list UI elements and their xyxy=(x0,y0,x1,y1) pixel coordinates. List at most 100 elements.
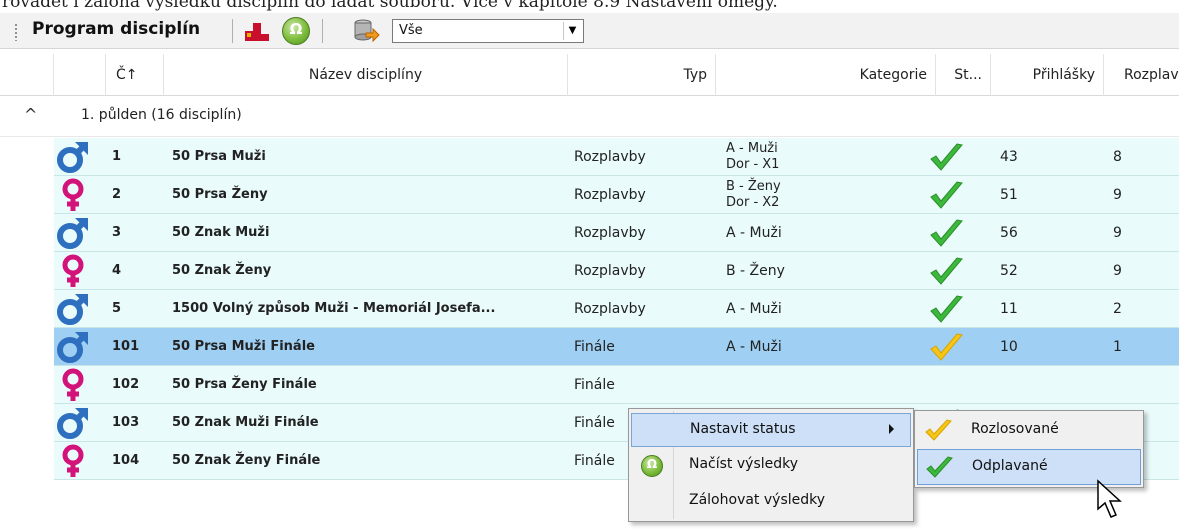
male-symbol-icon xyxy=(56,292,90,326)
header-heats[interactable]: Rozplav xyxy=(1104,54,1179,96)
cell-heats: 2 xyxy=(1113,301,1122,317)
cell-category xyxy=(726,366,926,404)
toolbar: Program disciplín Ω Vše ▼ xyxy=(0,13,1179,49)
header-category[interactable]: Kategorie xyxy=(716,54,936,96)
cell-category: A - Muži Dor - X1 xyxy=(726,138,926,176)
header-gutter xyxy=(0,54,54,96)
cell-type: Rozplavby xyxy=(574,301,646,317)
toolbar-grip[interactable] xyxy=(14,23,18,41)
database-export-icon[interactable] xyxy=(352,17,380,45)
cell-type: Rozplavby xyxy=(574,149,646,165)
female-symbol-icon xyxy=(56,254,90,288)
category-line: A - Muži xyxy=(726,141,778,156)
cell-heats: 9 xyxy=(1113,187,1122,203)
filter-select-value: Vše xyxy=(399,23,423,38)
table-row[interactable]: 1 50 Prsa Muži Rozplavby A - Muži Dor - X1 43… xyxy=(0,138,1179,176)
table-row[interactable]: 3 50 Znak Muži Rozplavby A - Muži 56 9 xyxy=(0,214,1179,252)
context-menu: Nastavit status Ω Načíst výsledky Záloho… xyxy=(628,408,914,522)
cell-name: 50 Znak Muži Finále xyxy=(172,415,319,430)
category-line: Dor - X2 xyxy=(726,195,780,210)
cell-name: 50 Prsa Ženy Finále xyxy=(172,377,317,392)
row-gutter xyxy=(0,328,54,366)
cell-name: 50 Znak Ženy xyxy=(172,263,272,278)
header-status[interactable]: St... xyxy=(936,54,991,96)
cell-number: 1 xyxy=(112,149,122,164)
cell-heats: 8 xyxy=(1113,149,1122,165)
cell-heats: 9 xyxy=(1113,225,1122,241)
collapse-chevron-icon[interactable]: ^ xyxy=(24,105,37,124)
female-symbol-icon xyxy=(56,444,90,478)
cell-name: 1500 Volný způsob Muži - Memoriál Josefa… xyxy=(172,301,496,316)
group-row[interactable]: ^ 1. půlden (16 disciplín) xyxy=(0,97,1179,137)
sort-ascending-icon: ↑ xyxy=(125,67,138,83)
cell-name: 50 Prsa Ženy xyxy=(172,187,268,202)
cell-entries: 11 xyxy=(1000,301,1018,317)
chevron-down-icon[interactable]: ▼ xyxy=(563,22,581,40)
male-symbol-icon xyxy=(56,216,90,250)
cell-type: Rozplavby xyxy=(574,187,646,203)
cell-heats: 1 xyxy=(1113,339,1122,355)
menu-item-label: Načíst výsledky xyxy=(689,456,799,472)
cell-number: 102 xyxy=(112,377,140,392)
mouse-cursor-icon xyxy=(1097,479,1122,518)
yellow-check-icon xyxy=(928,332,964,364)
header-type[interactable]: Typ xyxy=(568,54,716,96)
menu-item-set-status[interactable]: Nastavit status xyxy=(631,413,911,447)
green-check-icon xyxy=(928,256,964,288)
male-symbol-icon xyxy=(56,140,90,174)
table-row[interactable]: 102 50 Prsa Ženy Finále Finále xyxy=(0,366,1179,404)
cell-name: 50 Znak Muži xyxy=(172,225,270,240)
group-label: 1. půlden (16 disciplín) xyxy=(81,107,242,123)
green-check-icon xyxy=(928,180,964,212)
header-entries[interactable]: Přihlášky xyxy=(991,54,1104,96)
omega-icon[interactable]: Ω xyxy=(282,17,310,45)
cell-number: 2 xyxy=(112,187,122,202)
cell-entries: 43 xyxy=(1000,149,1018,165)
cell-entries: 52 xyxy=(1000,263,1018,279)
grid-header: Č↑ Název disciplíny Typ Kategorie St... … xyxy=(0,54,1179,96)
cell-name: 50 Prsa Muži xyxy=(172,149,266,164)
table-row[interactable]: 4 50 Znak Ženy Rozplavby B - Ženy 52 9 xyxy=(0,252,1179,290)
cell-category: A - Muži xyxy=(726,225,782,241)
cell-heats xyxy=(1113,366,1173,404)
row-gutter xyxy=(0,404,54,442)
header-number[interactable]: Č↑ xyxy=(106,54,164,96)
cell-category: A - Muži xyxy=(726,339,782,355)
category-line: Dor - X1 xyxy=(726,157,780,172)
menu-item-load-results[interactable]: Ω Načíst výsledky xyxy=(631,449,911,483)
submenu-item-label: Odplavané xyxy=(972,458,1048,474)
category-line: B - Ženy xyxy=(726,179,781,194)
cell-number: 104 xyxy=(112,453,140,468)
cell-type: Finále xyxy=(574,377,615,393)
table-row[interactable]: 2 50 Prsa Ženy Rozplavby B - Ženy Dor - X2 51… xyxy=(0,176,1179,214)
green-check-icon xyxy=(926,456,953,478)
cell-name: 50 Znak Ženy Finále xyxy=(172,453,321,468)
table-row[interactable]: 101 50 Prsa Muži Finále Finále A - Muži 10 1 xyxy=(0,328,1179,366)
filter-select[interactable]: Vše ▼ xyxy=(392,19,584,43)
cell-number: 3 xyxy=(112,225,122,240)
green-check-icon xyxy=(928,294,964,326)
submenu-item-rozlosovane[interactable]: Rozlosované xyxy=(917,413,1141,449)
cell-type: Rozplavby xyxy=(574,263,646,279)
cell-name: 50 Prsa Muži Finále xyxy=(172,339,315,354)
podium-icon[interactable] xyxy=(243,17,271,45)
cell-number: 5 xyxy=(112,301,122,316)
cell-number: 103 xyxy=(112,415,140,430)
yellow-check-icon xyxy=(925,419,952,441)
female-symbol-icon xyxy=(56,178,90,212)
header-icon-column xyxy=(54,54,106,96)
document-text-fragment: rovádět i záloha výsledků disciplín do l… xyxy=(2,0,778,12)
cell-number: 4 xyxy=(112,263,122,278)
menu-item-backup-results[interactable]: Zálohovat výsledky xyxy=(631,485,911,519)
row-gutter xyxy=(0,290,54,328)
row-gutter xyxy=(0,176,54,214)
row-gutter xyxy=(0,252,54,290)
menu-item-label: Zálohovat výsledky xyxy=(689,492,826,508)
cell-heats: 9 xyxy=(1113,263,1122,279)
cell-category: A - Muži xyxy=(726,301,782,317)
table-row[interactable]: 5 1500 Volný způsob Muži - Memoriál Josef… xyxy=(0,290,1179,328)
header-name[interactable]: Název disciplíny xyxy=(164,54,568,96)
cell-type: Finále xyxy=(574,339,615,355)
menu-item-label: Nastavit status xyxy=(690,421,796,437)
toolbar-separator xyxy=(232,19,233,43)
